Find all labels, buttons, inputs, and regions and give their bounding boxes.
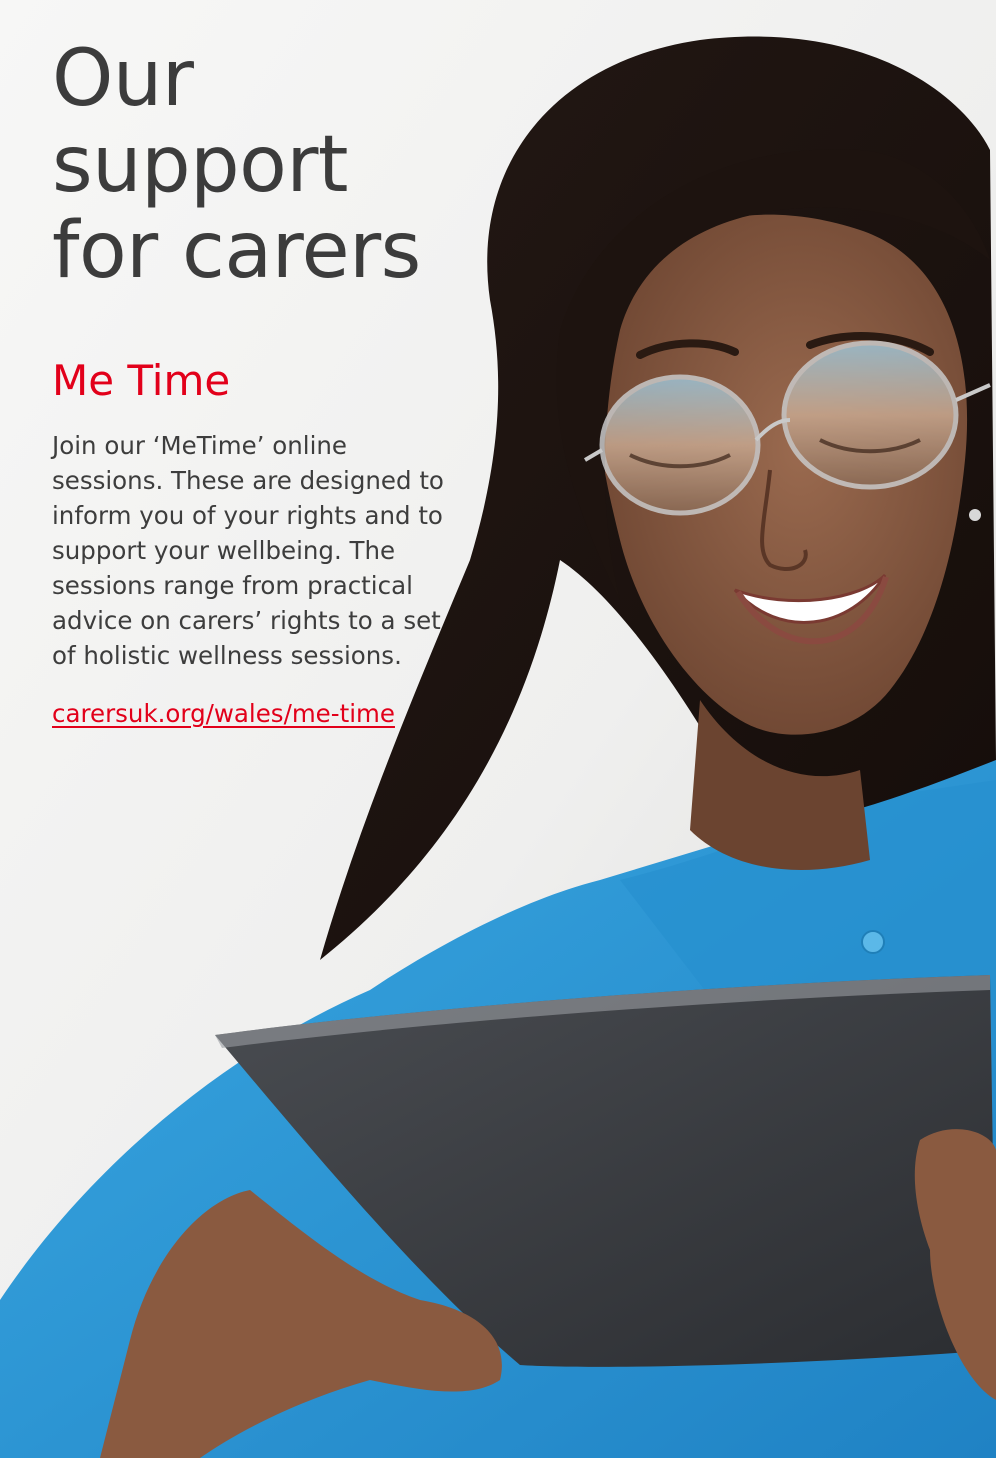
text-panel: Our support for carers Me Time Join our …: [52, 36, 472, 731]
title-line-2: for carers: [52, 206, 421, 296]
section-title: Me Time: [52, 356, 231, 405]
title-line-1: Our support: [52, 34, 348, 210]
me-time-link[interactable]: carersuk.org/wales/me-time: [52, 697, 395, 731]
section-body: Join our ‘MeTime’ online sessions. These…: [52, 431, 444, 670]
page-title: Our support for carers: [52, 36, 472, 294]
flyer-page: Our support for carers Me Time Join our …: [0, 0, 996, 1458]
